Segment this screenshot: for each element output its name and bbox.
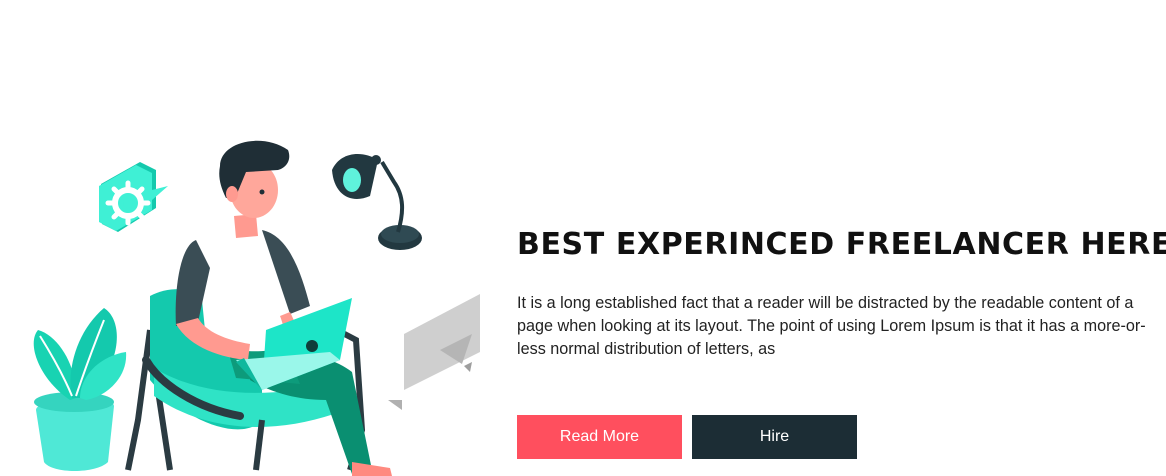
gear-icon [99,162,168,232]
read-more-button[interactable]: Read More [517,415,682,459]
hero-actions: Read More Hire [517,415,857,459]
desk-lamp-icon [332,154,422,250]
freelancer-illustration [33,140,480,476]
hero-section: BEST EXPERINCED FREELANCER HERE It is a … [0,0,1166,476]
floor-laptop [388,294,480,410]
hero-description: It is a long established fact that a rea… [517,294,1146,358]
plant-icon [33,308,127,471]
hero-headline: BEST EXPERINCED FREELANCER HERE [517,227,1166,262]
hero-content: BEST EXPERINCED FREELANCER HERE It is a … [517,226,1166,361]
hire-button[interactable]: Hire [692,415,857,459]
